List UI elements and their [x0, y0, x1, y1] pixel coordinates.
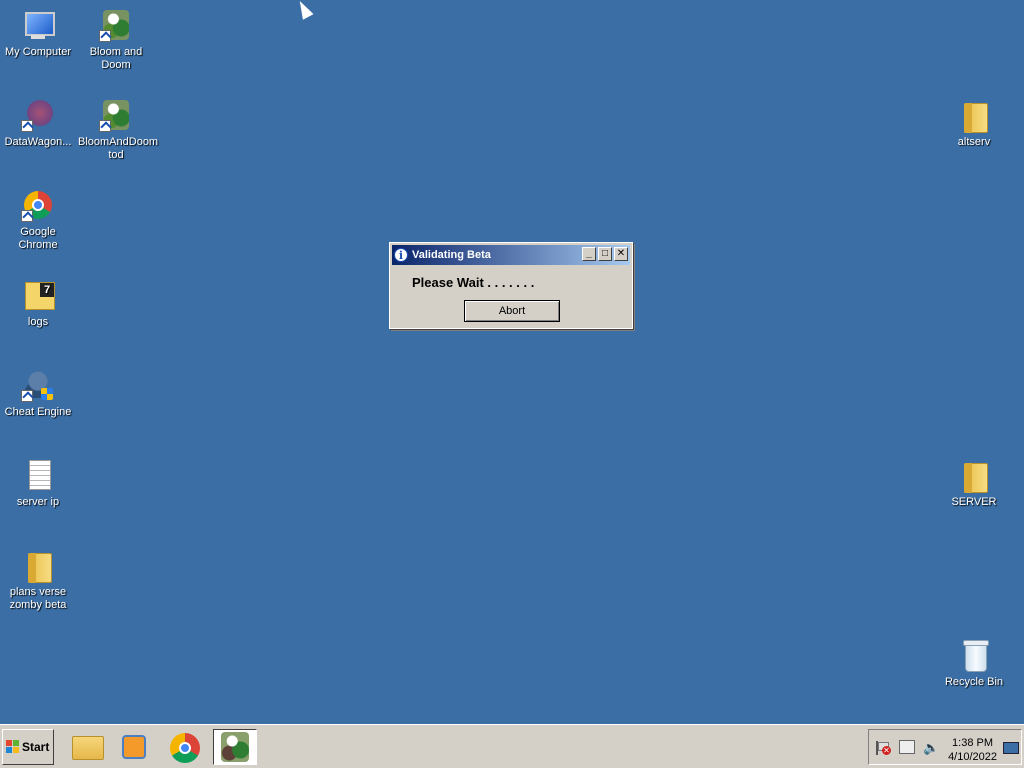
- clock-date: 4/10/2022: [948, 751, 997, 763]
- desktop-icon-server-ip[interactable]: server ip: [0, 458, 76, 509]
- maximize-button[interactable]: □: [598, 247, 612, 261]
- desktop-icon-label: server ip: [16, 496, 60, 508]
- desktop-icon-label: plans verse zomby beta: [9, 586, 67, 611]
- folder-icon: [957, 458, 991, 493]
- desktop-icon-label: Recycle Bin: [944, 676, 1004, 688]
- datawagon-icon: [21, 98, 55, 132]
- show-desktop-icon[interactable]: [1003, 742, 1019, 754]
- desktop-icon-plans-verse-zomby-beta[interactable]: plans verse zomby beta: [0, 548, 76, 612]
- desktop-icon-google-chrome[interactable]: Google Chrome: [0, 188, 76, 252]
- desktop-icon-logs[interactable]: 7 logs: [0, 278, 76, 329]
- cheat-engine-icon: [21, 368, 55, 402]
- chrome-icon: [170, 733, 200, 763]
- bloomanddoom-tod-icon: [99, 98, 133, 132]
- taskbar-bloom-and-doom-button[interactable]: [213, 729, 257, 765]
- desktop-icon-label: DataWagon...: [4, 136, 72, 148]
- minimize-button[interactable]: _: [582, 247, 596, 261]
- validating-beta-dialog: i Validating Beta _ □ ✕ Please Wait . . …: [389, 242, 633, 329]
- volume-icon[interactable]: 🔈: [923, 741, 939, 755]
- taskbar-chrome-button[interactable]: [164, 729, 208, 765]
- folder-icon: [21, 548, 55, 583]
- my-computer-icon: [21, 8, 55, 42]
- folder-icon: [957, 98, 991, 133]
- info-icon: i: [394, 248, 408, 262]
- desktop-icon-label: SERVER: [951, 496, 997, 508]
- start-button[interactable]: Start: [2, 729, 54, 765]
- chrome-icon: [21, 188, 55, 222]
- desktop-icon-label: logs: [27, 316, 49, 328]
- start-label: Start: [22, 740, 50, 754]
- desktop-icon-bloomanddoom-tod[interactable]: BloomAndDoom tod: [78, 98, 159, 162]
- system-tray: ✕ 🔈 1:38 PM 4/10/2022: [868, 729, 1022, 765]
- media-player-icon: [122, 735, 146, 759]
- please-wait-message: Please Wait . . . . . . .: [412, 275, 535, 290]
- desktop-icon-altserv[interactable]: altserv: [936, 98, 1012, 149]
- desktop-icon-label: My Computer: [4, 46, 72, 58]
- clock[interactable]: 1:38 PM 4/10/2022: [948, 736, 997, 764]
- desktop-icon-cheat-engine[interactable]: Cheat Engine: [0, 368, 76, 419]
- desktop-icon-recycle-bin[interactable]: Recycle Bin: [936, 638, 1012, 689]
- desktop-icon-label: Cheat Engine: [4, 406, 72, 418]
- dialog-title: Validating Beta: [412, 249, 491, 261]
- clock-time: 1:38 PM: [952, 737, 994, 749]
- taskbar-media-player-button[interactable]: [114, 729, 158, 765]
- desktop-icon-datawagon[interactable]: DataWagon...: [0, 98, 76, 149]
- desktop-icon-label: Google Chrome: [18, 226, 58, 251]
- action-center-flag-icon[interactable]: ✕: [875, 741, 891, 755]
- desktop-icon-my-computer[interactable]: My Computer: [0, 8, 76, 59]
- mouse-cursor-icon: [294, 0, 314, 20]
- close-button[interactable]: ✕: [614, 247, 628, 261]
- desktop-icon-server[interactable]: SERVER: [936, 458, 1012, 509]
- taskbar: Start ✕ 🔈 1:38 PM 4/10/2022: [0, 724, 1024, 768]
- taskbar-explorer-button[interactable]: [66, 729, 110, 765]
- folder-icon: 7: [21, 278, 55, 312]
- recycle-bin-icon: [957, 638, 991, 672]
- desktop-icon-label: altserv: [957, 136, 991, 148]
- text-file-icon: [21, 458, 55, 492]
- bloom-and-doom-icon: [99, 8, 133, 42]
- desktop-icon-bloom-and-doom[interactable]: Bloom and Doom: [78, 8, 154, 72]
- desktop-icon-label: BloomAndDoom tod: [78, 136, 159, 161]
- desktop-icon-label: Bloom and Doom: [89, 46, 143, 71]
- file-explorer-icon: [72, 736, 104, 760]
- dialog-titlebar[interactable]: i Validating Beta _ □ ✕: [392, 245, 630, 265]
- windows-logo-icon: [6, 740, 20, 754]
- network-icon[interactable]: [899, 740, 915, 754]
- bloom-and-doom-icon: [221, 732, 249, 762]
- abort-button[interactable]: Abort: [464, 300, 560, 322]
